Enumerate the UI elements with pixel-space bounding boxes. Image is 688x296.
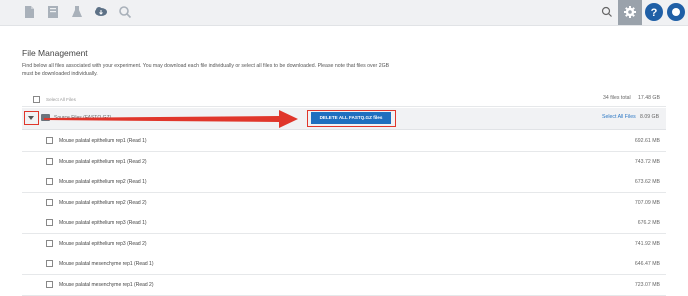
page-description: Find below all files associated with you… (22, 63, 390, 77)
user-icon[interactable] (667, 3, 685, 21)
arrow-annotation (44, 110, 298, 128)
svg-text:?: ? (651, 7, 658, 19)
file-checkbox[interactable] (46, 239, 53, 247)
help-icon[interactable]: ? (645, 3, 663, 21)
file-size: 723.07 MB (634, 281, 660, 288)
file-name: Mouse palatal epithelium rep2 (Read 2) (59, 199, 147, 206)
notebook-icon[interactable] (46, 5, 60, 19)
file-checkbox[interactable] (46, 157, 53, 165)
delete-all-button[interactable]: DELETE ALL FASTQ.GZ files (311, 112, 391, 124)
settings-button[interactable] (618, 0, 642, 25)
group-size: 8.09 GB (640, 114, 660, 120)
gear-icon (623, 5, 637, 19)
file-name: Mouse palatal mesenchyme rep1 (Read 2) (59, 281, 154, 288)
file-checkbox[interactable] (46, 260, 53, 267)
file-size: 743.72 MB (634, 158, 660, 165)
top-toolbar: ? (0, 0, 688, 26)
chevron-down-icon[interactable] (28, 116, 34, 120)
file-checkbox[interactable] (46, 280, 53, 288)
file-row[interactable]: Mouse palatal mesenchyme rep1 (Read 2) 72… (22, 274, 666, 296)
file-name: Mouse palatal epithelium rep3 (Read 1) (59, 220, 147, 226)
file-size: 676.2 MB (637, 220, 660, 226)
file-row[interactable]: Mouse palatal mesenchyme rep1 (Read 1) 64… (22, 254, 666, 275)
file-row[interactable]: Mouse palatal epithelium rep1 (Read 1) 69… (22, 131, 666, 152)
file-checkbox[interactable] (46, 198, 53, 206)
search-icon[interactable] (118, 5, 132, 19)
file-name: Mouse palatal epithelium rep1 (Read 2) (59, 158, 147, 165)
file-name: Mouse palatal epithelium rep3 (Read 2) (59, 240, 147, 247)
file-checkbox[interactable] (46, 137, 53, 144)
file-size: 673.62 MB (634, 179, 660, 185)
flask-icon[interactable] (70, 5, 84, 19)
file-row[interactable]: Mouse palatal epithelium rep2 (Read 1) 67… (22, 172, 666, 193)
search-icon[interactable] (600, 5, 614, 19)
file-size: 707.09 MB (634, 199, 660, 206)
file-checkbox[interactable] (46, 178, 53, 185)
file-size: 741.92 MB (634, 240, 660, 247)
file-name: Mouse palatal mesenchyme rep1 (Read 1) (59, 261, 154, 267)
file-row[interactable]: Mouse palatal epithelium rep2 (Read 2) 70… (22, 192, 666, 214)
select-all-row: Select All Files 34 files total 17.48 GB (22, 92, 666, 107)
file-name: Mouse palatal epithelium rep1 (Read 1) (59, 138, 147, 144)
document-icon[interactable] (22, 5, 36, 19)
page-title: File Management (22, 48, 88, 58)
cloud-download-icon[interactable] (94, 5, 108, 19)
file-size: 692.61 MB (634, 138, 660, 144)
files-total: 34 files total (603, 95, 631, 101)
file-size: 646.47 MB (634, 261, 660, 267)
file-checkbox[interactable] (46, 219, 53, 226)
select-all-checkbox[interactable] (33, 96, 40, 103)
select-all-label: Select All Files (46, 97, 76, 102)
file-row[interactable]: Mouse palatal epithelium rep1 (Read 2) 74… (22, 151, 666, 173)
file-row[interactable]: Mouse palatal epithelium rep3 (Read 2) 74… (22, 233, 666, 255)
total-size: 17.48 GB (638, 95, 660, 101)
file-name: Mouse palatal epithelium rep2 (Read 1) (59, 179, 147, 185)
file-row[interactable]: Mouse palatal epithelium rep3 (Read 1) 67… (22, 213, 666, 234)
select-all-link[interactable]: Select All Files (602, 114, 636, 120)
